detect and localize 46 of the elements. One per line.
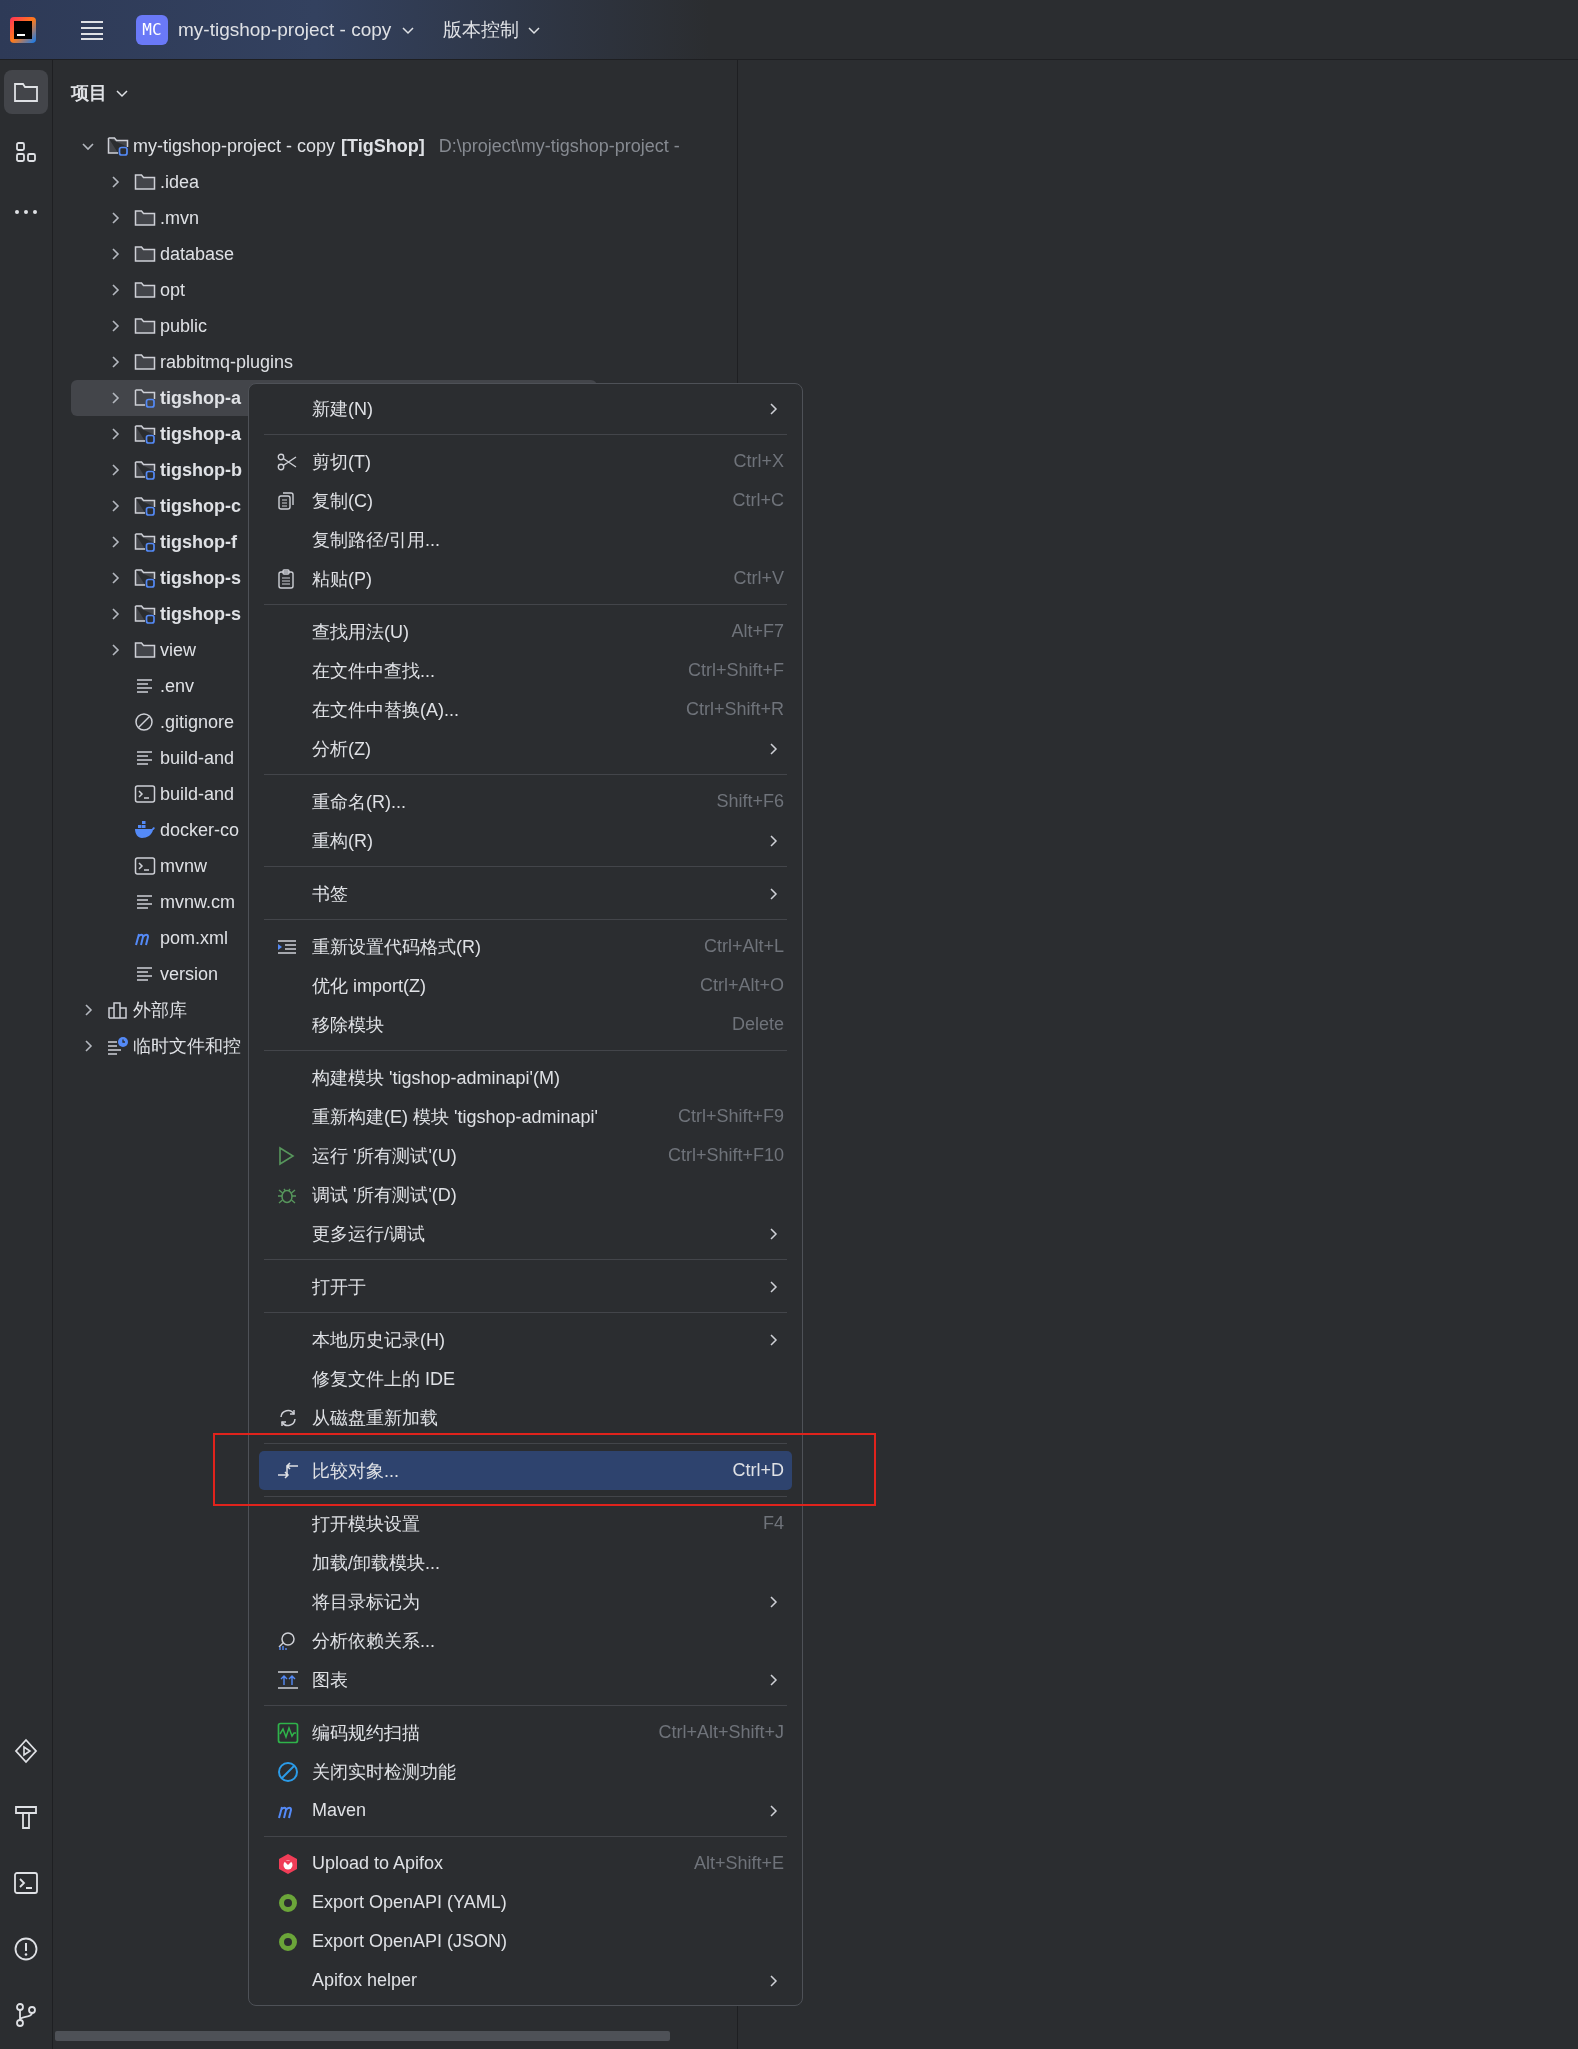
keyboard-shortcut: Ctrl+X bbox=[733, 451, 784, 472]
tree-item-label: opt bbox=[160, 279, 186, 301]
keyboard-shortcut: Ctrl+Shift+F10 bbox=[667, 1145, 784, 1166]
module-tag: [TigShop] bbox=[341, 135, 425, 157]
tree-item-label: .idea bbox=[160, 171, 200, 193]
tree-item-label: my-tigshop-project - copy bbox=[133, 135, 336, 157]
tree-item-label: version bbox=[160, 963, 219, 985]
project-name: my-tigshop-project - copy bbox=[178, 18, 392, 41]
keyboard-shortcut: F4 bbox=[763, 1513, 784, 1534]
keyboard-shortcut: Ctrl+Shift+F bbox=[687, 660, 784, 681]
keyboard-shortcut: Alt+Shift+E bbox=[693, 1853, 784, 1874]
keyboard-shortcut: Ctrl+Alt+O bbox=[699, 975, 784, 996]
tree-item-label: tigshop-c bbox=[160, 495, 241, 517]
keyboard-shortcut: Ctrl+Shift+R bbox=[685, 699, 784, 720]
tree-item-label: tigshop-b bbox=[160, 459, 242, 481]
keyboard-shortcut: Ctrl+Alt+Shift+J bbox=[658, 1722, 784, 1743]
tree-item-label: .env bbox=[160, 675, 195, 697]
keyboard-shortcut: Ctrl+Shift+F9 bbox=[677, 1106, 784, 1127]
tree-item-label: build-and bbox=[160, 783, 235, 805]
tree-item-label: public bbox=[160, 315, 208, 337]
tree-item-label: docker-co bbox=[160, 819, 240, 841]
keyboard-shortcut: Ctrl+V bbox=[733, 568, 784, 589]
keyboard-shortcut: Ctrl+Alt+L bbox=[703, 936, 784, 957]
tree-item-label: tigshop-s bbox=[160, 603, 241, 625]
keyboard-shortcut: Delete bbox=[731, 1014, 784, 1035]
tree-item-label: build-and bbox=[160, 747, 235, 769]
tree-item-label: 外部库 bbox=[133, 999, 187, 1022]
keyboard-shortcut: Shift+F6 bbox=[716, 791, 784, 812]
tree-item-label: database bbox=[160, 243, 235, 265]
tree-item-label: tigshop-a bbox=[160, 423, 241, 445]
tree-item-label: 临时文件和控 bbox=[133, 1035, 241, 1058]
tree-item-label: mvnw bbox=[160, 855, 207, 877]
tree-item-label: pom.xml bbox=[160, 927, 228, 949]
keyboard-shortcut: Alt+F7 bbox=[731, 621, 784, 642]
tree-item-label: tigshop-a bbox=[160, 387, 241, 409]
tree-item-label: tigshop-f bbox=[160, 531, 237, 553]
project-path: D:\project\my-tigshop-project - bbox=[438, 135, 680, 157]
keyboard-shortcut: Ctrl+D bbox=[732, 1460, 784, 1481]
project-badge: MC bbox=[136, 14, 168, 45]
tree-item-label: mvnw.cm bbox=[160, 891, 235, 913]
tree-item-label: view bbox=[160, 639, 196, 661]
tree-item-label: tigshop-s bbox=[160, 567, 241, 589]
tree-item-label: rabbitmq-plugins bbox=[160, 351, 294, 373]
tree-item-label: .gitignore bbox=[160, 711, 235, 733]
keyboard-shortcut: Ctrl+C bbox=[732, 490, 784, 511]
tree-item-label: .mvn bbox=[160, 207, 199, 229]
